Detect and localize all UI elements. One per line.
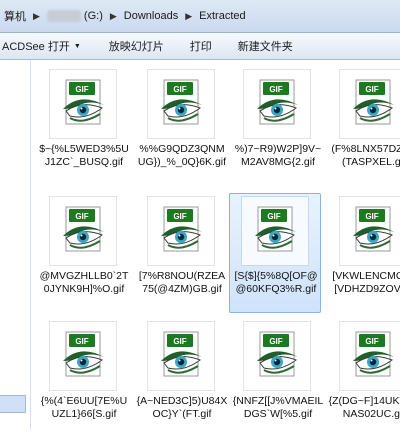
command-bar: ACDSee 打开 ▼ 放映幻灯片 打印 新建文件夹 (0, 33, 400, 60)
svg-text:GIF: GIF (173, 85, 186, 94)
gif-file-icon: GIF (243, 321, 311, 391)
breadcrumb-label: (G:) (83, 10, 103, 22)
file-item[interactable]: GIF {Z(DG~F]14UKVP_NAS02UC.gif (327, 318, 400, 438)
gif-file-icon: GIF (243, 69, 311, 139)
file-item[interactable]: GIF @MVGZHLLB0`2T0JYNK9H]%O.gif (37, 193, 129, 313)
file-item[interactable]: GIF %)7~R9)W2P]9V~M2AV8MG{2.gif (231, 66, 323, 186)
breadcrumb-downloads[interactable]: Downloads (120, 5, 182, 27)
file-item[interactable]: GIF %%G9QDZ3QNMUG})_%_0Q}6K.gif (135, 66, 227, 186)
gif-file-icon: GIF (147, 321, 215, 391)
gif-file-icon: GIF (339, 196, 400, 266)
file-item[interactable]: GIF {A~NED3C]5)U84XOC}Y`(FT.gif (135, 318, 227, 438)
gif-eye-icon: GIF (353, 79, 394, 125)
open-with-label: ACDSee 打开 (2, 41, 70, 53)
print-button[interactable]: 打印 (184, 36, 218, 56)
file-name: [S{$]{5%8Q[OF@@60KFQ3%R.gif (234, 270, 318, 295)
svg-text:GIF: GIF (173, 212, 186, 221)
file-item[interactable]: GIF (F%8LNX57DZXA(TASPXEL.gif (327, 66, 400, 186)
breadcrumb-computer[interactable]: 算机 (0, 5, 30, 27)
file-item[interactable]: GIF [VKWLENCMO]M[VDHZD9ZOV.gif (327, 193, 400, 313)
gif-eye-icon: GIF (255, 206, 296, 252)
file-item[interactable]: GIF [7%R8NOU(RZEA75(@4ZM)GB.gif (135, 193, 227, 313)
drive-label-redacted (46, 10, 81, 22)
chevron-right-icon[interactable]: ▶ (33, 11, 40, 22)
file-name: %)7~R9)W2P]9V~M2AV8MG{2.gif (234, 143, 322, 168)
breadcrumb[interactable]: 算机 ▶ (G:) ▶ Downloads ▶ Extracted (0, 5, 400, 27)
file-name: {NNFZ[[J%VMAEILDGS`W[%5.gif (232, 395, 324, 420)
gif-eye-icon: GIF (257, 79, 298, 125)
file-name: $~{%L5WED3%5UJ1ZC`_BUSQ.gif (39, 143, 129, 168)
chevron-right-icon[interactable]: ▶ (110, 11, 117, 22)
file-name: [VKWLENCMO]M[VDHZD9ZOV.gif (332, 270, 400, 295)
gif-eye-icon: GIF (257, 331, 298, 377)
navigation-pane[interactable] (0, 60, 31, 429)
breadcrumb-extracted[interactable]: Extracted (195, 5, 249, 27)
chevron-right-icon[interactable]: ▶ (185, 11, 192, 22)
file-item[interactable]: GIF {NNFZ[[J%VMAEILDGS`W[%5.gif (231, 318, 323, 438)
file-name: {%(4`E6UU[7E%UUZL1}66[S.gif (40, 395, 128, 420)
svg-text:GIF: GIF (269, 337, 282, 346)
file-name: @MVGZHLLB0`2T0JYNK9H]%O.gif (39, 270, 129, 295)
open-with-button[interactable]: ACDSee 打开 ▼ (0, 36, 87, 56)
file-name: (F%8LNX57DZXA(TASPXEL.gif (331, 143, 400, 168)
gif-eye-icon: GIF (161, 206, 202, 252)
gif-eye-icon: GIF (63, 79, 104, 125)
svg-text:GIF: GIF (267, 212, 280, 221)
slideshow-button[interactable]: 放映幻灯片 (103, 36, 170, 56)
svg-text:GIF: GIF (365, 337, 378, 346)
gif-file-icon: GIF (147, 196, 215, 266)
svg-text:GIF: GIF (75, 212, 88, 221)
gif-file-icon: GIF (49, 196, 117, 266)
breadcrumb-drive[interactable]: (G:) (43, 5, 107, 27)
gif-eye-icon: GIF (161, 331, 202, 377)
gif-file-icon: GIF (339, 321, 400, 391)
file-item-selected[interactable]: GIF [S{$]{5%8Q[OF@@60KFQ3%R.gif (229, 193, 321, 313)
svg-text:GIF: GIF (75, 337, 88, 346)
file-item[interactable]: GIF {%(4`E6UU[7E%UUZL1}66[S.gif (37, 318, 129, 438)
gif-file-icon: GIF (241, 196, 309, 266)
gif-file-icon: GIF (49, 321, 117, 391)
gif-file-icon: GIF (147, 69, 215, 139)
breadcrumb-label: 算机 (4, 11, 26, 23)
address-bar[interactable]: 算机 ▶ (G:) ▶ Downloads ▶ Extracted (0, 0, 400, 33)
svg-text:GIF: GIF (365, 212, 378, 221)
file-name: %%G9QDZ3QNMUG})_%_0Q}6K.gif (137, 143, 227, 168)
file-item[interactable]: GIF $~{%L5WED3%5UJ1ZC`_BUSQ.gif (37, 66, 129, 186)
gif-file-icon: GIF (49, 69, 117, 139)
breadcrumb-label: Extracted (199, 10, 246, 22)
gif-eye-icon: GIF (353, 206, 394, 252)
new-folder-button[interactable]: 新建文件夹 (232, 36, 299, 56)
gif-eye-icon: GIF (161, 79, 202, 125)
svg-text:GIF: GIF (75, 85, 88, 94)
svg-text:GIF: GIF (269, 85, 282, 94)
gif-eye-icon: GIF (63, 206, 104, 252)
gif-eye-icon: GIF (353, 331, 394, 377)
svg-text:GIF: GIF (173, 337, 186, 346)
chevron-down-icon: ▼ (73, 42, 81, 50)
new-folder-label: 新建文件夹 (237, 41, 293, 53)
file-name: {A~NED3C]5)U84XOC}Y`(FT.gif (136, 395, 228, 420)
file-name: {Z(DG~F]14UKVP_NAS02UC.gif (328, 395, 400, 420)
breadcrumb-label: Downloads (123, 10, 179, 22)
gif-file-icon: GIF (339, 69, 400, 139)
slideshow-label: 放映幻灯片 (108, 41, 164, 53)
print-label: 打印 (189, 41, 212, 53)
navigation-selected-item[interactable] (0, 395, 26, 413)
gif-eye-icon: GIF (63, 331, 104, 377)
svg-text:GIF: GIF (365, 85, 378, 94)
file-name: [7%R8NOU(RZEA75(@4ZM)GB.gif (138, 270, 226, 295)
